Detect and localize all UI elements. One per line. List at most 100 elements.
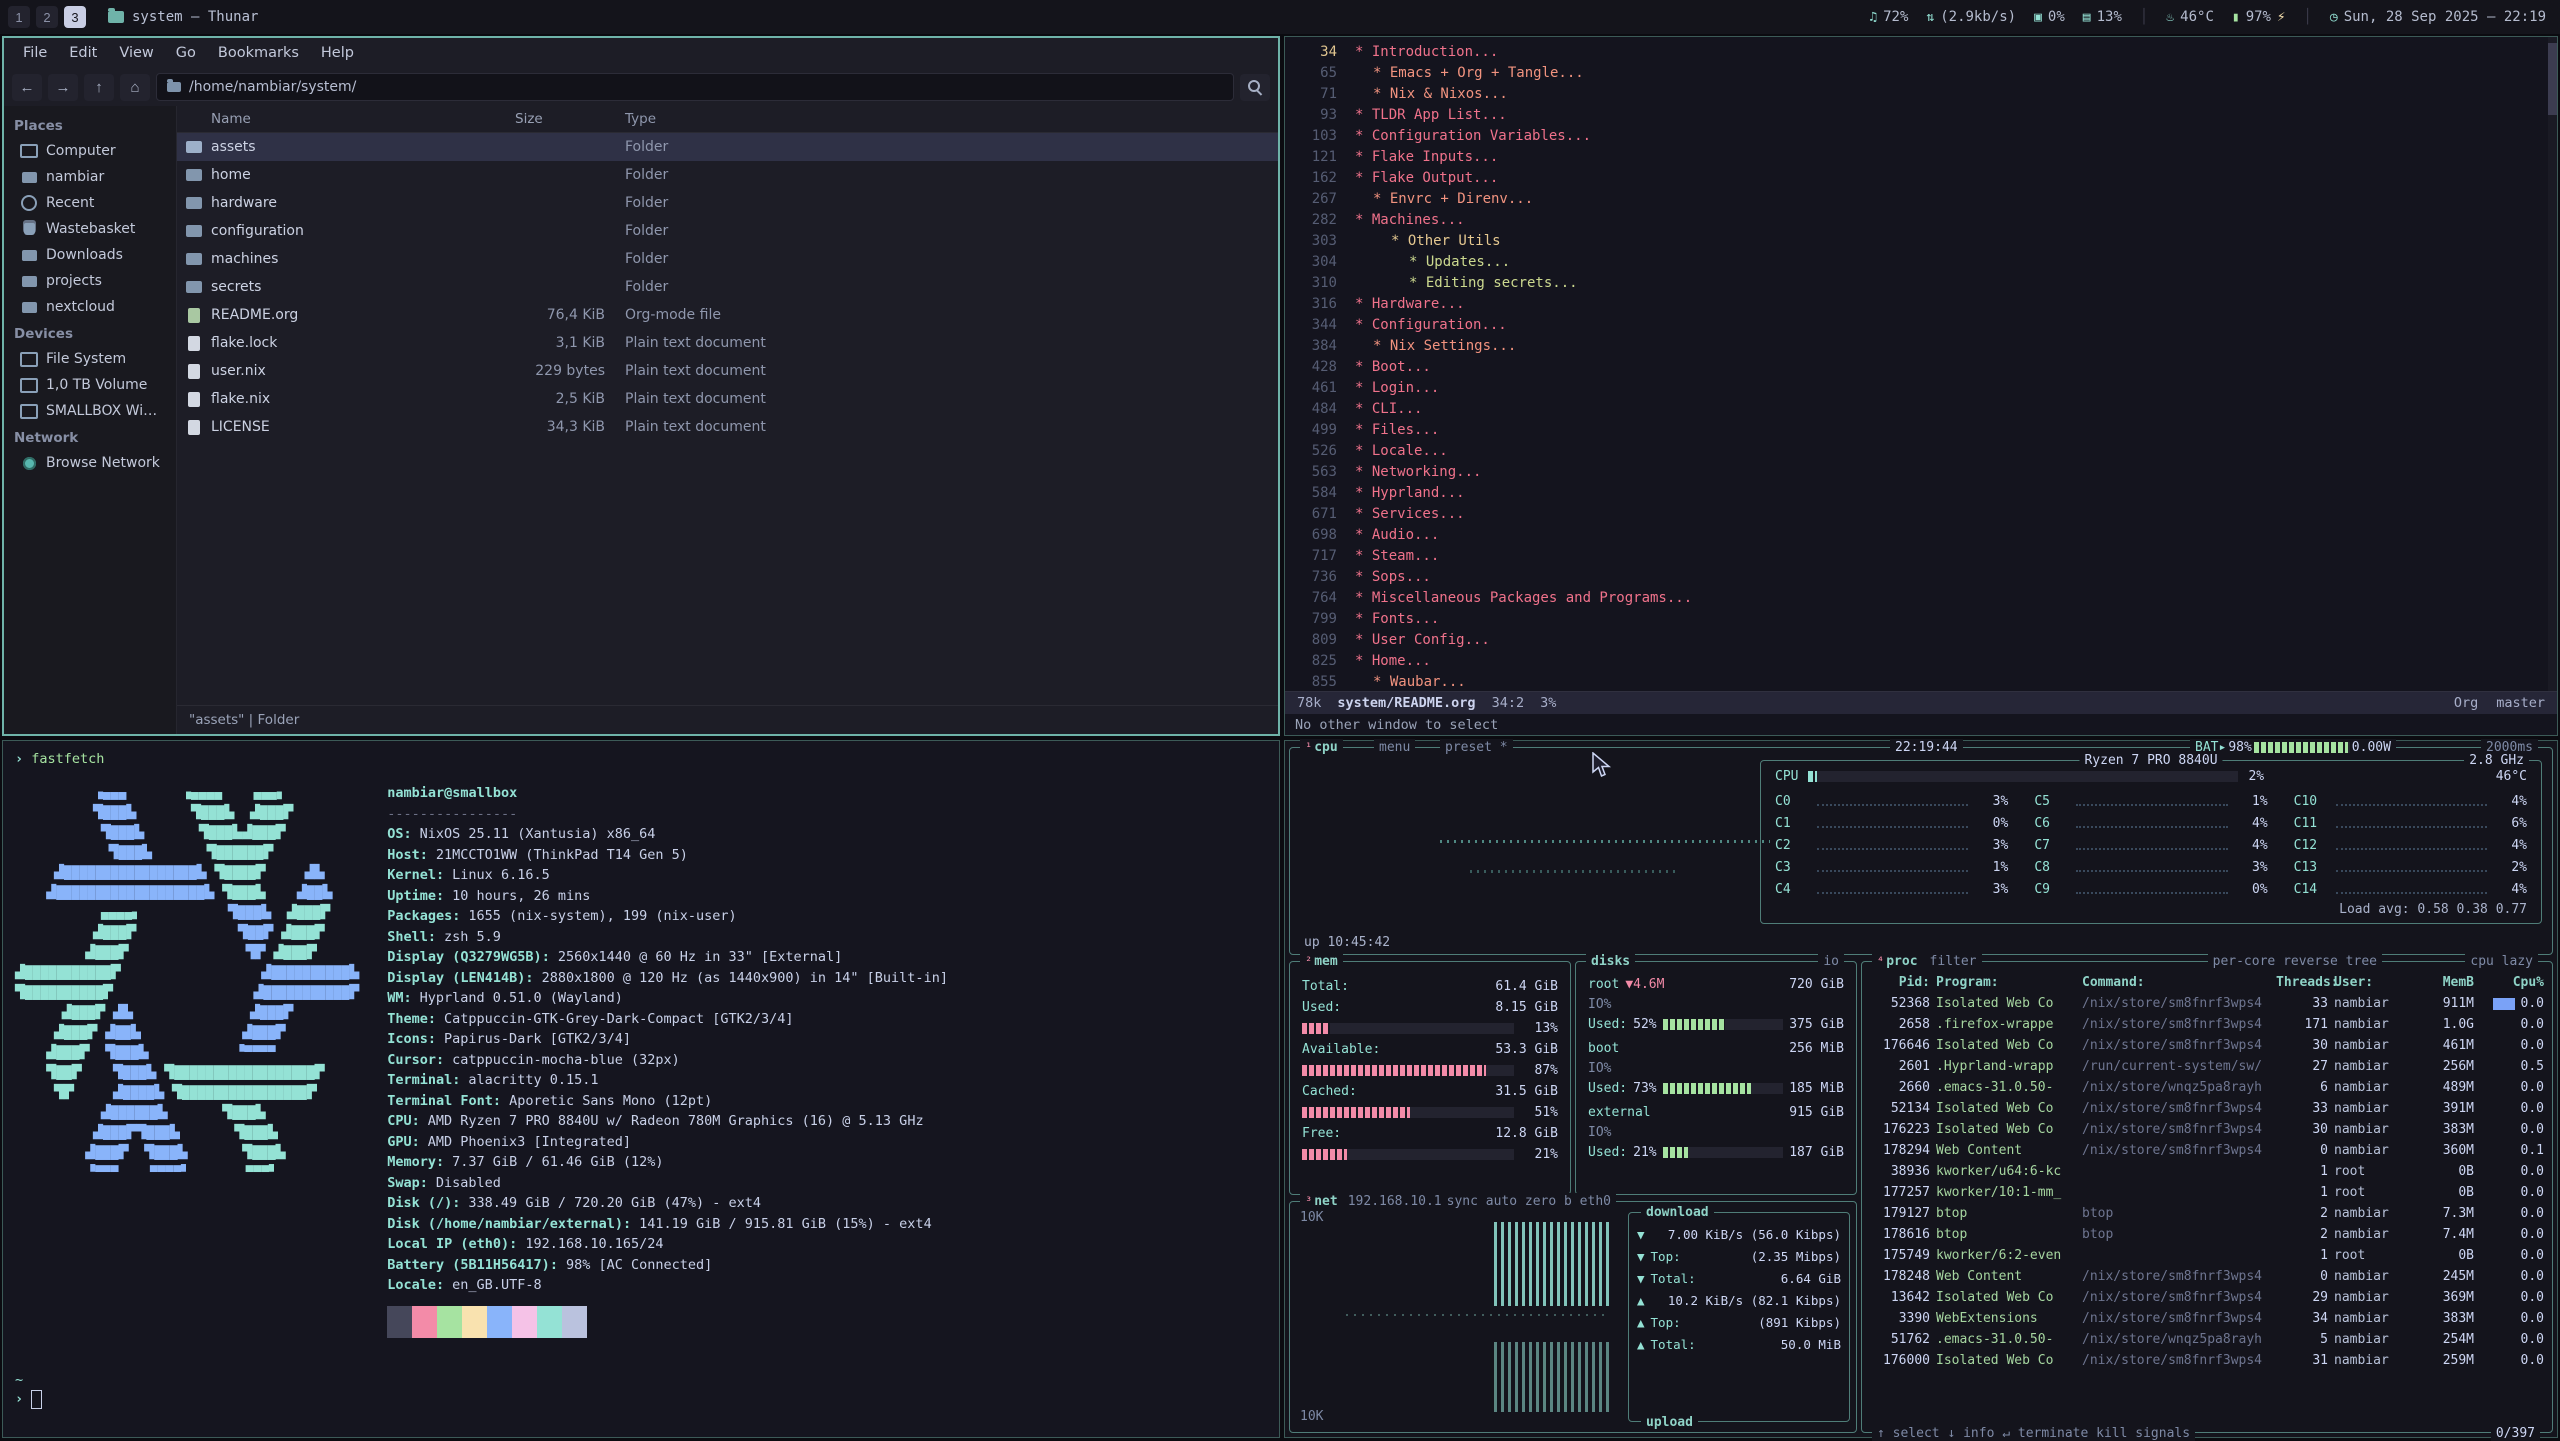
sidebar-item[interactable]: Wastebasket	[4, 216, 176, 242]
file-row[interactable]: flake.lock 3,1 KiB Plain text document	[177, 329, 1278, 357]
menu-item[interactable]: Go	[167, 42, 205, 64]
org-heading-line[interactable]: 825 * Home...	[1285, 651, 2547, 672]
sidebar-item[interactable]: projects	[4, 268, 176, 294]
org-heading-line[interactable]: 764 * Miscellaneous Packages and Program…	[1285, 588, 2547, 609]
sidebar-item[interactable]: SMALLBOX Wi…	[4, 398, 176, 424]
sidebar-item[interactable]: Downloads	[4, 242, 176, 268]
up-button[interactable]: ↑	[84, 74, 114, 101]
sidebar-item[interactable]: 1,0 TB Volume	[4, 372, 176, 398]
process-row[interactable]: 176000 Isolated Web Co /nix/store/sm8fnr…	[1870, 1350, 2544, 1371]
process-row[interactable]: 176646 Isolated Web Co /nix/store/sm8fnr…	[1870, 1035, 2544, 1056]
org-heading-line[interactable]: 799 * Fonts...	[1285, 609, 2547, 630]
proc-toggles[interactable]: per-core reverse tree	[2208, 953, 2382, 969]
org-heading-line[interactable]: 584 * Hyprland...	[1285, 483, 2547, 504]
process-row[interactable]: 179127 btop btop 2 nambiar 7.3M 0.0	[1870, 1203, 2544, 1224]
preset-button[interactable]: preset *	[1440, 739, 1513, 755]
sidebar-item[interactable]: nextcloud	[4, 294, 176, 320]
org-heading-line[interactable]: 121 * Flake Inputs...	[1285, 147, 2547, 168]
menu-button[interactable]: menu	[1374, 739, 1415, 755]
process-row[interactable]: 2601 .Hyprland-wrapp /run/current-system…	[1870, 1056, 2544, 1077]
shell-prompt[interactable]: ›	[15, 1390, 1279, 1409]
org-buffer[interactable]: 34 * Introduction... 65 * Emacs + Org + …	[1285, 37, 2547, 696]
file-row[interactable]: hardware Folder	[177, 189, 1278, 217]
volume-indicator[interactable]: ♫ 72%	[1869, 9, 1908, 25]
memory-indicator[interactable]: ▤ 13%	[2083, 9, 2122, 25]
org-heading-line[interactable]: 855 * Waubar...	[1285, 672, 2547, 693]
path-input[interactable]: /home/nambiar/system/	[156, 73, 1234, 101]
org-heading-line[interactable]: 671 * Services...	[1285, 504, 2547, 525]
menu-item[interactable]: Bookmarks	[209, 42, 308, 64]
net-toggles[interactable]: sync auto zero b eth0	[1442, 1193, 1616, 1209]
home-button[interactable]: ⌂	[120, 74, 150, 101]
workspace-button[interactable]: 1	[8, 6, 30, 28]
process-row[interactable]: 3390 WebExtensions /nix/store/sm8fnrf3wp…	[1870, 1308, 2544, 1329]
process-row[interactable]: 2658 .firefox-wrappe /nix/store/sm8fnrf3…	[1870, 1014, 2544, 1035]
org-heading-line[interactable]: 34 * Introduction...	[1285, 42, 2547, 63]
file-row[interactable]: assets Folder	[177, 133, 1278, 161]
file-row[interactable]: secrets Folder	[177, 273, 1278, 301]
filter-button[interactable]: filter	[1930, 954, 1977, 969]
process-row[interactable]: 178616 btop btop 2 nambiar 7.4M 0.0	[1870, 1224, 2544, 1245]
file-row[interactable]: README.org 76,4 KiB Org-mode file	[177, 301, 1278, 329]
org-heading-line[interactable]: 717 * Steam...	[1285, 546, 2547, 567]
workspace-button[interactable]: 2	[36, 6, 58, 28]
process-row[interactable]: 178248 Web Content /nix/store/sm8fnrf3wp…	[1870, 1266, 2544, 1287]
org-heading-line[interactable]: 303 * Other Utils	[1285, 231, 2547, 252]
search-button[interactable]	[1240, 74, 1270, 101]
process-row[interactable]: 13642 Isolated Web Co /nix/store/sm8fnrf…	[1870, 1287, 2544, 1308]
process-row[interactable]: 51762 .emacs-31.0.50- /nix/store/wnqz5pa…	[1870, 1329, 2544, 1350]
menu-item[interactable]: File	[14, 42, 56, 64]
process-row[interactable]: 52368 Isolated Web Co /nix/store/sm8fnrf…	[1870, 993, 2544, 1014]
org-heading-line[interactable]: 698 * Audio...	[1285, 525, 2547, 546]
forward-button[interactable]: →	[48, 74, 78, 101]
terminal-window[interactable]: › fastfetch ▗▄▄▄ ▗▄▄▄▄ ▄▄▄▖ ▜███▙ ▜███▙ …	[2, 740, 1280, 1438]
process-row[interactable]: 175749 kworker/6:2-even 1 root 0B 0.0	[1870, 1245, 2544, 1266]
process-row[interactable]: 176223 Isolated Web Co /nix/store/sm8fnr…	[1870, 1119, 2544, 1140]
org-heading-line[interactable]: 304 * Updates...	[1285, 252, 2547, 273]
menu-item[interactable]: Help	[312, 42, 363, 64]
file-row[interactable]: machines Folder	[177, 245, 1278, 273]
column-header-name[interactable]: Name	[211, 111, 511, 127]
org-heading-line[interactable]: 93 * TLDR App List...	[1285, 105, 2547, 126]
menu-item[interactable]: Edit	[60, 42, 106, 64]
org-heading-line[interactable]: 282 * Machines...	[1285, 210, 2547, 231]
org-heading-line[interactable]: 316 * Hardware...	[1285, 294, 2547, 315]
org-heading-line[interactable]: 428 * Boot...	[1285, 357, 2547, 378]
org-heading-line[interactable]: 461 * Login...	[1285, 378, 2547, 399]
sidebar-item[interactable]: Computer	[4, 138, 176, 164]
column-header-size[interactable]: Size	[511, 111, 621, 127]
io-mode-toggle[interactable]: io	[1818, 953, 1844, 969]
menu-item[interactable]: View	[110, 42, 162, 64]
sort-mode[interactable]: cpu lazy	[2465, 953, 2538, 969]
process-row[interactable]: 178294 Web Content /nix/store/sm8fnrf3wp…	[1870, 1140, 2544, 1161]
back-button[interactable]: ←	[12, 74, 42, 101]
org-heading-line[interactable]: 809 * User Config...	[1285, 630, 2547, 651]
file-row[interactable]: home Folder	[177, 161, 1278, 189]
process-row[interactable]: 38936 kworker/u64:6-kc 1 root 0B 0.0	[1870, 1161, 2544, 1182]
file-row[interactable]: user.nix 229 bytes Plain text document	[177, 357, 1278, 385]
org-heading-line[interactable]: 563 * Networking...	[1285, 462, 2547, 483]
org-heading-line[interactable]: 526 * Locale...	[1285, 441, 2547, 462]
proc-footer-keys[interactable]: ↑ select ↓ info ↵ terminate kill signals	[1872, 1425, 2195, 1441]
process-row[interactable]: 52134 Isolated Web Co /nix/store/sm8fnrf…	[1870, 1098, 2544, 1119]
network-indicator[interactable]: ⇅ (2.9kb/s)	[1926, 9, 2016, 25]
org-heading-line[interactable]: 484 * CLI...	[1285, 399, 2547, 420]
org-heading-line[interactable]: 103 * Configuration Variables...	[1285, 126, 2547, 147]
org-heading-line[interactable]: 344 * Configuration...	[1285, 315, 2547, 336]
cpu-indicator[interactable]: ▣ 0%	[2034, 9, 2065, 25]
org-heading-line[interactable]: 384 * Nix Settings...	[1285, 336, 2547, 357]
file-row[interactable]: LICENSE 34,3 KiB Plain text document	[177, 413, 1278, 441]
scrollbar[interactable]	[2548, 37, 2557, 691]
battery-indicator[interactable]: ▮ 97% ⚡	[2232, 9, 2286, 25]
workspace-button[interactable]: 3	[64, 6, 86, 28]
org-heading-line[interactable]: 71 * Nix & Nixos...	[1285, 84, 2547, 105]
sidebar-item[interactable]: Recent	[4, 190, 176, 216]
org-heading-line[interactable]: 736 * Sops...	[1285, 567, 2547, 588]
org-heading-line[interactable]: 65 * Emacs + Org + Tangle...	[1285, 63, 2547, 84]
sidebar-item[interactable]: nambiar	[4, 164, 176, 190]
file-row[interactable]: configuration Folder	[177, 217, 1278, 245]
clock[interactable]: ◷ Sun, 28 Sep 2025 – 22:19	[2330, 9, 2546, 25]
org-heading-line[interactable]: 499 * Files...	[1285, 420, 2547, 441]
file-row[interactable]: flake.nix 2,5 KiB Plain text document	[177, 385, 1278, 413]
column-header-type[interactable]: Type	[621, 111, 1278, 127]
